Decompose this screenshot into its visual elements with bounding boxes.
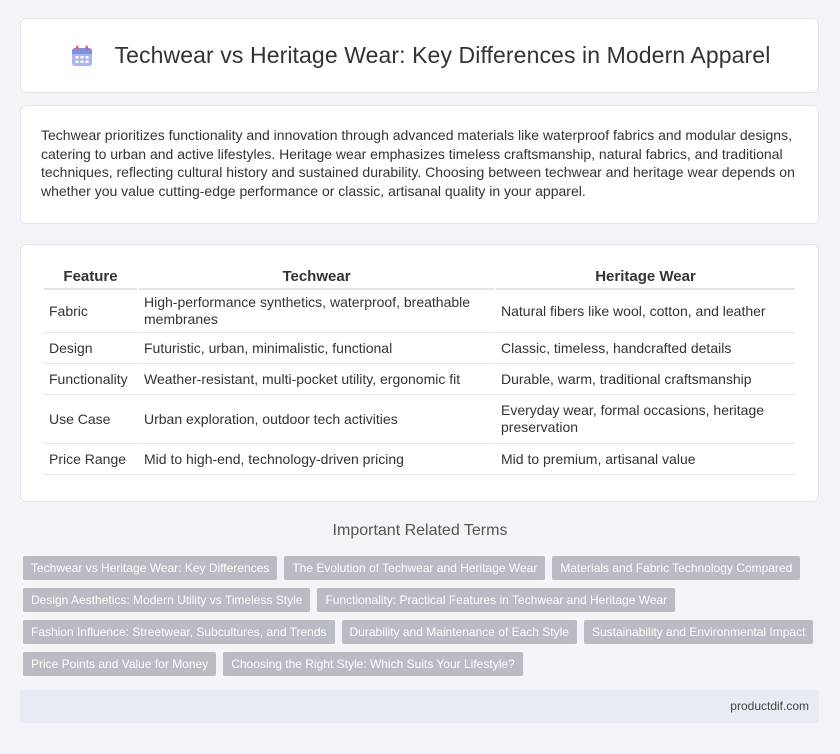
table-cell-techwear: Urban exploration, outdoor tech activiti… bbox=[139, 395, 494, 444]
comparison-table-card: Feature Techwear Heritage Wear Fabric Hi… bbox=[20, 244, 819, 502]
footer-site-link[interactable]: productdif.com bbox=[730, 699, 809, 713]
table-cell-techwear: Weather-resistant, multi-pocket utility,… bbox=[139, 364, 494, 395]
table-cell-heritage: Classic, timeless, handcrafted details bbox=[496, 333, 795, 364]
related-tag[interactable]: Techwear vs Heritage Wear: Key Differenc… bbox=[23, 556, 278, 580]
table-cell-heritage: Everyday wear, formal occasions, heritag… bbox=[496, 395, 795, 444]
related-tag[interactable]: Functionality: Practical Features in Tec… bbox=[317, 588, 676, 612]
table-header-feature: Feature bbox=[44, 265, 137, 290]
related-terms-title: Important Related Terms bbox=[332, 522, 508, 539]
table-header-heritage: Heritage Wear bbox=[496, 265, 795, 290]
related-tag[interactable]: Materials and Fabric Technology Compared bbox=[552, 556, 801, 580]
related-tag[interactable]: Sustainability and Environmental Impact bbox=[583, 620, 814, 644]
table-header-techwear: Techwear bbox=[139, 265, 494, 290]
related-terms-tags: Techwear vs Heritage Wear: Key Differenc… bbox=[23, 556, 823, 684]
table-row: Functionality Weather-resistant, multi-p… bbox=[44, 364, 795, 395]
table-cell-feature: Design bbox=[44, 333, 137, 364]
table-cell-feature: Fabric bbox=[44, 290, 137, 333]
tag-row: Design Aesthetics: Modern Utility vs Tim… bbox=[23, 588, 823, 612]
tag-row: Price Points and Value for Money Choosin… bbox=[23, 652, 823, 676]
table-cell-techwear: High-performance synthetics, waterproof,… bbox=[139, 290, 494, 333]
table-cell-heritage: Durable, warm, traditional craftsmanship bbox=[496, 364, 795, 395]
table-cell-heritage: Natural fibers like wool, cotton, and le… bbox=[496, 290, 795, 333]
table-cell-feature: Price Range bbox=[44, 444, 137, 475]
page-title: Techwear vs Heritage Wear: Key Differenc… bbox=[114, 42, 771, 68]
tag-row: Techwear vs Heritage Wear: Key Differenc… bbox=[23, 556, 823, 580]
table-row: Design Futuristic, urban, minimalistic, … bbox=[44, 333, 795, 364]
intro-card: Techwear prioritizes functionality and i… bbox=[20, 105, 819, 224]
table-cell-feature: Functionality bbox=[44, 364, 137, 395]
related-tag[interactable]: The Evolution of Techwear and Heritage W… bbox=[284, 556, 546, 580]
calendar-icon bbox=[71, 45, 92, 66]
comparison-table: Feature Techwear Heritage Wear Fabric Hi… bbox=[42, 265, 797, 475]
table-header-row: Feature Techwear Heritage Wear bbox=[44, 265, 795, 290]
tag-row: Fashion Influence: Streetwear, Subcultur… bbox=[23, 620, 823, 644]
table-cell-heritage: Mid to premium, artisanal value bbox=[496, 444, 795, 475]
related-tag[interactable]: Design Aesthetics: Modern Utility vs Tim… bbox=[23, 588, 311, 612]
related-tag[interactable]: Fashion Influence: Streetwear, Subcultur… bbox=[23, 620, 335, 644]
title-card: Techwear vs Heritage Wear: Key Differenc… bbox=[20, 18, 819, 93]
intro-paragraph: Techwear prioritizes functionality and i… bbox=[41, 127, 795, 199]
related-tag[interactable]: Price Points and Value for Money bbox=[23, 652, 217, 676]
table-row: Price Range Mid to high-end, technology-… bbox=[44, 444, 795, 475]
table-cell-techwear: Mid to high-end, technology-driven prici… bbox=[139, 444, 494, 475]
related-tag[interactable]: Choosing the Right Style: Which Suits Yo… bbox=[223, 652, 523, 676]
footer: productdif.com bbox=[20, 690, 819, 723]
table-cell-techwear: Futuristic, urban, minimalistic, functio… bbox=[139, 333, 494, 364]
table-row: Use Case Urban exploration, outdoor tech… bbox=[44, 395, 795, 444]
table-row: Fabric High-performance synthetics, wate… bbox=[44, 290, 795, 333]
table-cell-feature: Use Case bbox=[44, 395, 137, 444]
related-tag[interactable]: Durability and Maintenance of Each Style bbox=[341, 620, 577, 644]
